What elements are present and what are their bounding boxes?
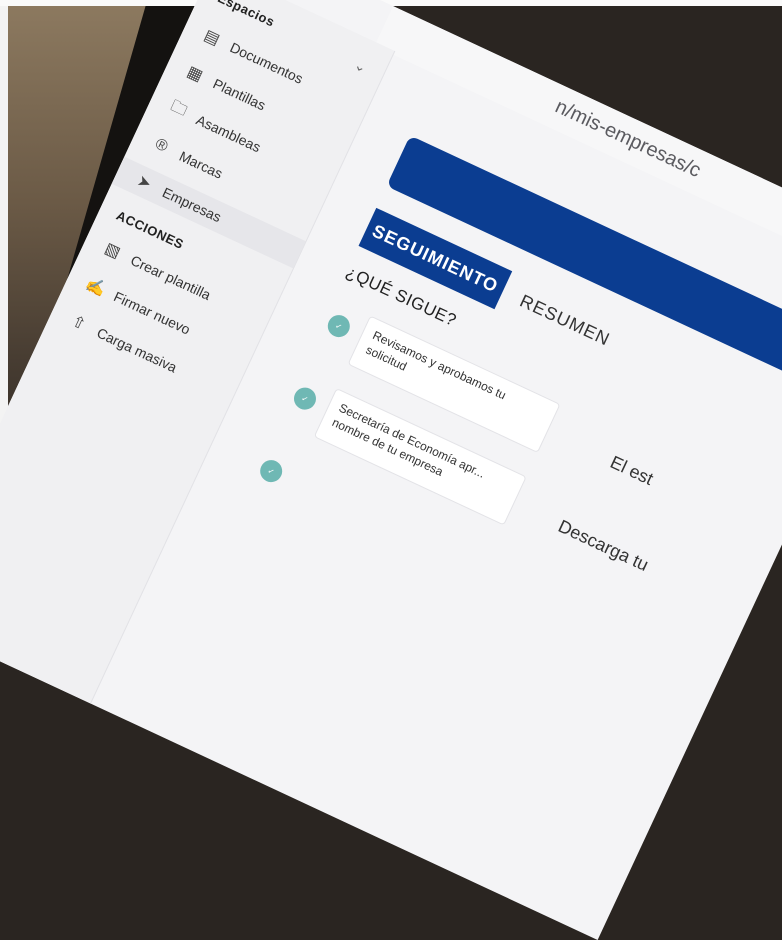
template-icon: ▦ [184,63,206,86]
sidebar-item-label: Empresas [159,184,224,226]
status-text: El est [607,451,657,490]
tab-label: RESUMEN [516,290,614,350]
sidebar-item-label: Marcas [176,147,226,182]
step-check-icon: ✓ [290,383,320,414]
document-icon: ▤ [201,26,223,49]
trademark-icon: ® [152,135,171,156]
sidebar-section-title: Espacios [215,0,278,30]
step-check-icon: ✓ [324,311,354,341]
sidebar-item-label: Plantillas [210,75,269,114]
download-text[interactable]: Descarga tu [555,516,651,576]
sign-document-icon: ✍ [82,275,109,300]
rocket-icon: ➤ [134,172,154,194]
tab-resumen[interactable]: RESUMEN [516,291,613,351]
create-template-icon: ▧ [101,239,123,262]
step-check-icon: ✓ [256,456,286,486]
step-text: Revisamos y aprobamos tu solicitud [363,328,509,403]
folder-icon: 🗀 [168,97,190,120]
bulk-upload-icon: ⇧ [68,312,89,334]
